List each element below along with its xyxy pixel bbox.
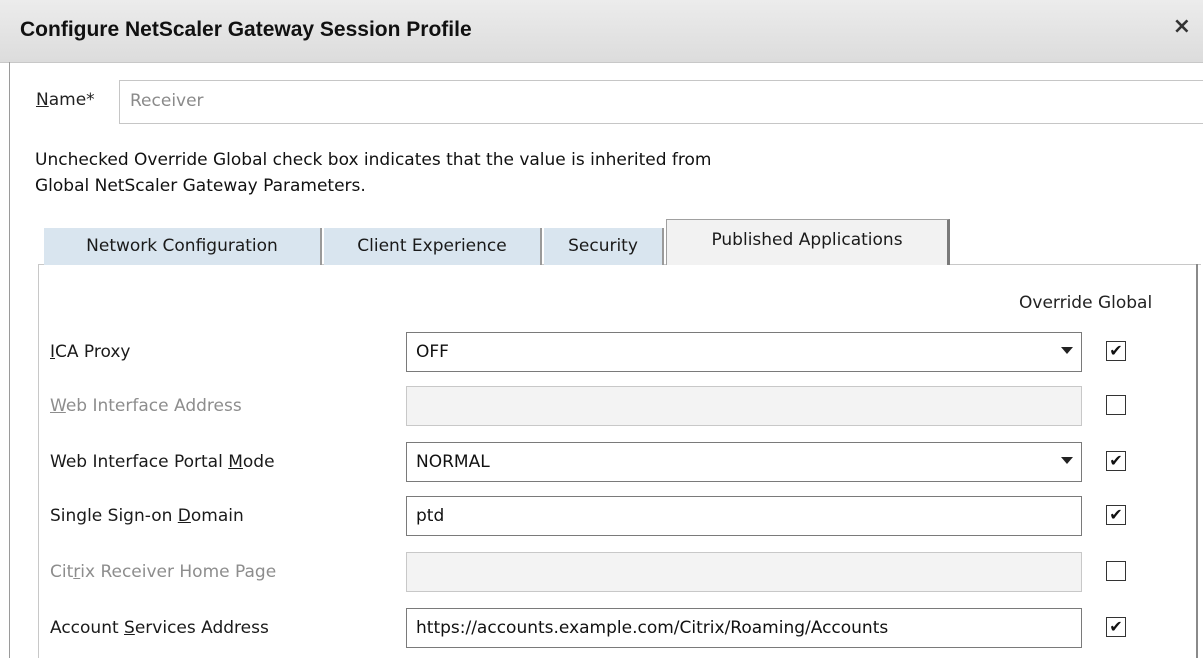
panel-scroll-edge [1196,264,1198,658]
citrix-receiver-home-page-label: Citrix Receiver Home Page [50,562,277,582]
ica-proxy-label: ICA Proxy [50,342,131,362]
tab-security[interactable]: Security [544,228,664,265]
account-services-address-label: Account Services Address [50,618,269,638]
inheritance-note: Unchecked Override Global check box indi… [35,147,711,199]
web-interface-portal-mode-select[interactable]: NORMAL [406,442,1082,482]
chevron-down-icon[interactable] [1061,347,1073,354]
account-services-address-input[interactable]: https://accounts.example.com/Citrix/Roam… [406,608,1082,648]
name-label: Name* [36,90,95,110]
web-interface-address-override-checkbox[interactable] [1106,395,1126,415]
web-interface-portal-mode-value: NORMAL [416,452,490,472]
single-sign-on-domain-label: Single Sign-on Domain [50,506,244,526]
single-sign-on-domain-input[interactable]: ptd [406,496,1082,536]
tab-client-experience[interactable]: Client Experience [324,228,542,265]
web-interface-portal-mode-override-checkbox[interactable]: ✔ [1106,451,1126,471]
citrix-receiver-home-page-input [406,552,1082,592]
account-services-address-override-checkbox[interactable]: ✔ [1106,617,1126,637]
web-interface-address-input [406,386,1082,426]
panel-left-border [38,265,39,658]
chevron-down-icon[interactable] [1061,457,1073,464]
note-line-2: Global NetScaler Gateway Parameters. [35,176,366,196]
dialog-title: Configure NetScaler Gateway Session Prof… [20,18,472,41]
single-sign-on-domain-override-checkbox[interactable]: ✔ [1106,505,1126,525]
citrix-receiver-home-page-override-checkbox[interactable] [1106,561,1126,581]
dialog-titlebar: Configure NetScaler Gateway Session Prof… [0,0,1203,63]
ica-proxy-value: OFF [416,342,449,362]
close-icon[interactable]: × [1173,14,1191,39]
web-interface-portal-mode-label: Web Interface Portal Mode [50,452,275,472]
ica-proxy-select[interactable]: OFF [406,332,1082,372]
ica-proxy-override-checkbox[interactable]: ✔ [1106,341,1126,361]
tab-published-applications[interactable]: Published Applications [666,219,950,265]
dialog-left-border [9,62,10,658]
override-global-header: Override Global [1019,293,1153,313]
account-services-address-value: https://accounts.example.com/Citrix/Roam… [416,618,889,638]
single-sign-on-domain-value: ptd [416,506,445,526]
note-line-1: Unchecked Override Global check box indi… [35,150,712,170]
web-interface-address-label: Web Interface Address [50,396,242,416]
name-input[interactable]: Receiver [119,80,1203,124]
tab-network-configuration[interactable]: Network Configuration [44,228,322,265]
